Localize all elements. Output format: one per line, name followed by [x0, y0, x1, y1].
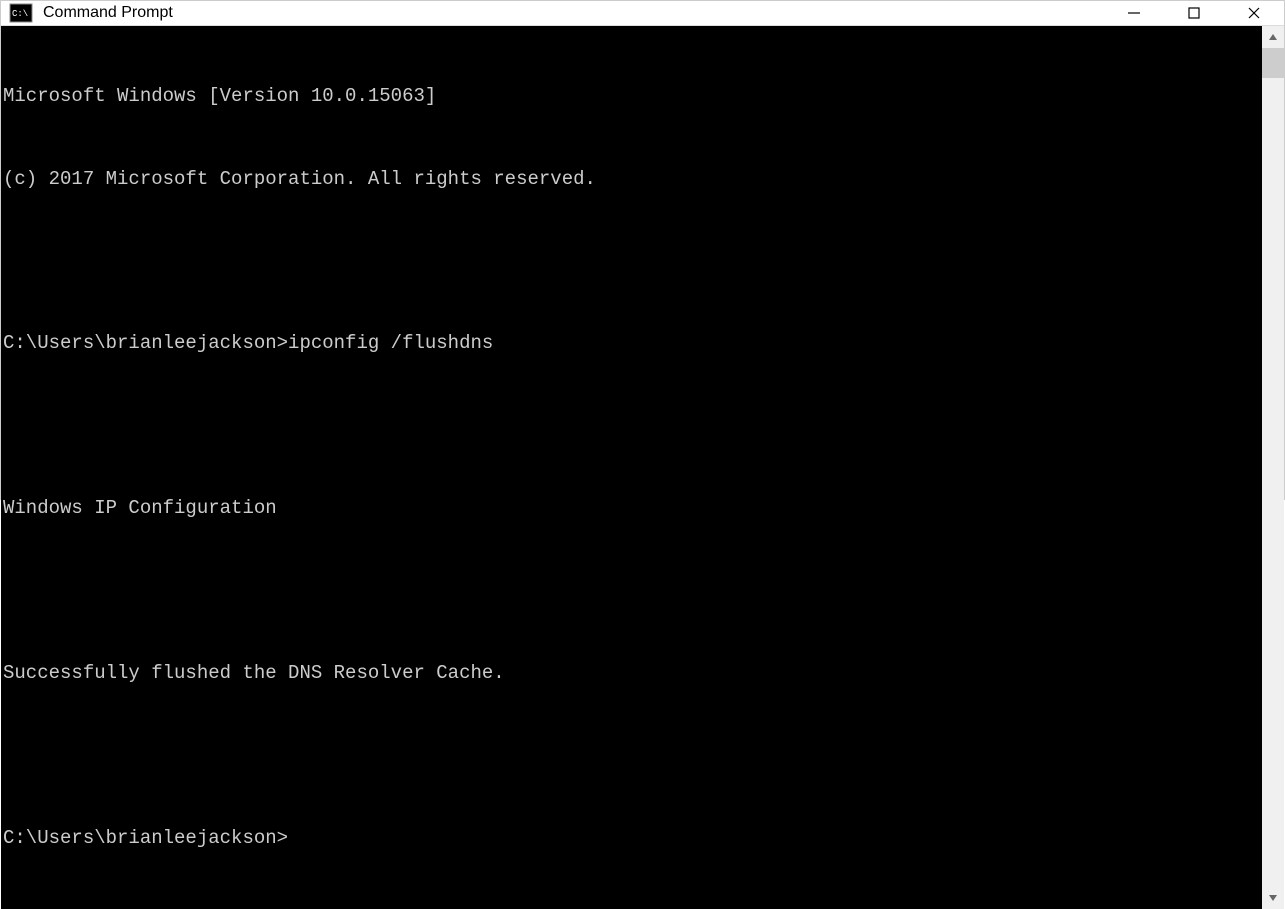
- terminal-line: (c) 2017 Microsoft Corporation. All righ…: [3, 166, 1262, 194]
- terminal-line: Microsoft Windows [Version 10.0.15063]: [3, 83, 1262, 111]
- cmd-icon: C:\: [9, 1, 33, 25]
- titlebar[interactable]: C:\ Command Prompt: [1, 1, 1284, 26]
- scroll-up-arrow[interactable]: [1262, 26, 1284, 48]
- window-title: Command Prompt: [43, 4, 1104, 22]
- terminal-line: C:\Users\brianleejackson>ipconfig /flush…: [3, 330, 1262, 358]
- terminal-line: C:\Users\brianleejackson>: [3, 825, 1262, 853]
- close-button[interactable]: [1224, 1, 1284, 25]
- vertical-scrollbar[interactable]: [1262, 26, 1284, 909]
- scroll-track[interactable]: [1262, 48, 1284, 887]
- scroll-down-arrow[interactable]: [1262, 887, 1284, 909]
- window-controls: [1104, 1, 1284, 25]
- scroll-thumb[interactable]: [1262, 48, 1284, 78]
- terminal-line: [3, 578, 1262, 605]
- terminal-line: [3, 743, 1262, 770]
- terminal-wrapper: Microsoft Windows [Version 10.0.15063] (…: [1, 26, 1284, 909]
- command-prompt-window: C:\ Command Prompt Microsoft Windows [Ve…: [0, 0, 1285, 500]
- terminal-line: [3, 248, 1262, 275]
- minimize-button[interactable]: [1104, 1, 1164, 25]
- terminal-line: Windows IP Configuration: [3, 495, 1262, 523]
- svg-text:C:\: C:\: [12, 9, 28, 19]
- terminal-line: [3, 413, 1262, 440]
- maximize-button[interactable]: [1164, 1, 1224, 25]
- terminal-output[interactable]: Microsoft Windows [Version 10.0.15063] (…: [1, 26, 1262, 909]
- terminal-line: Successfully flushed the DNS Resolver Ca…: [3, 660, 1262, 688]
